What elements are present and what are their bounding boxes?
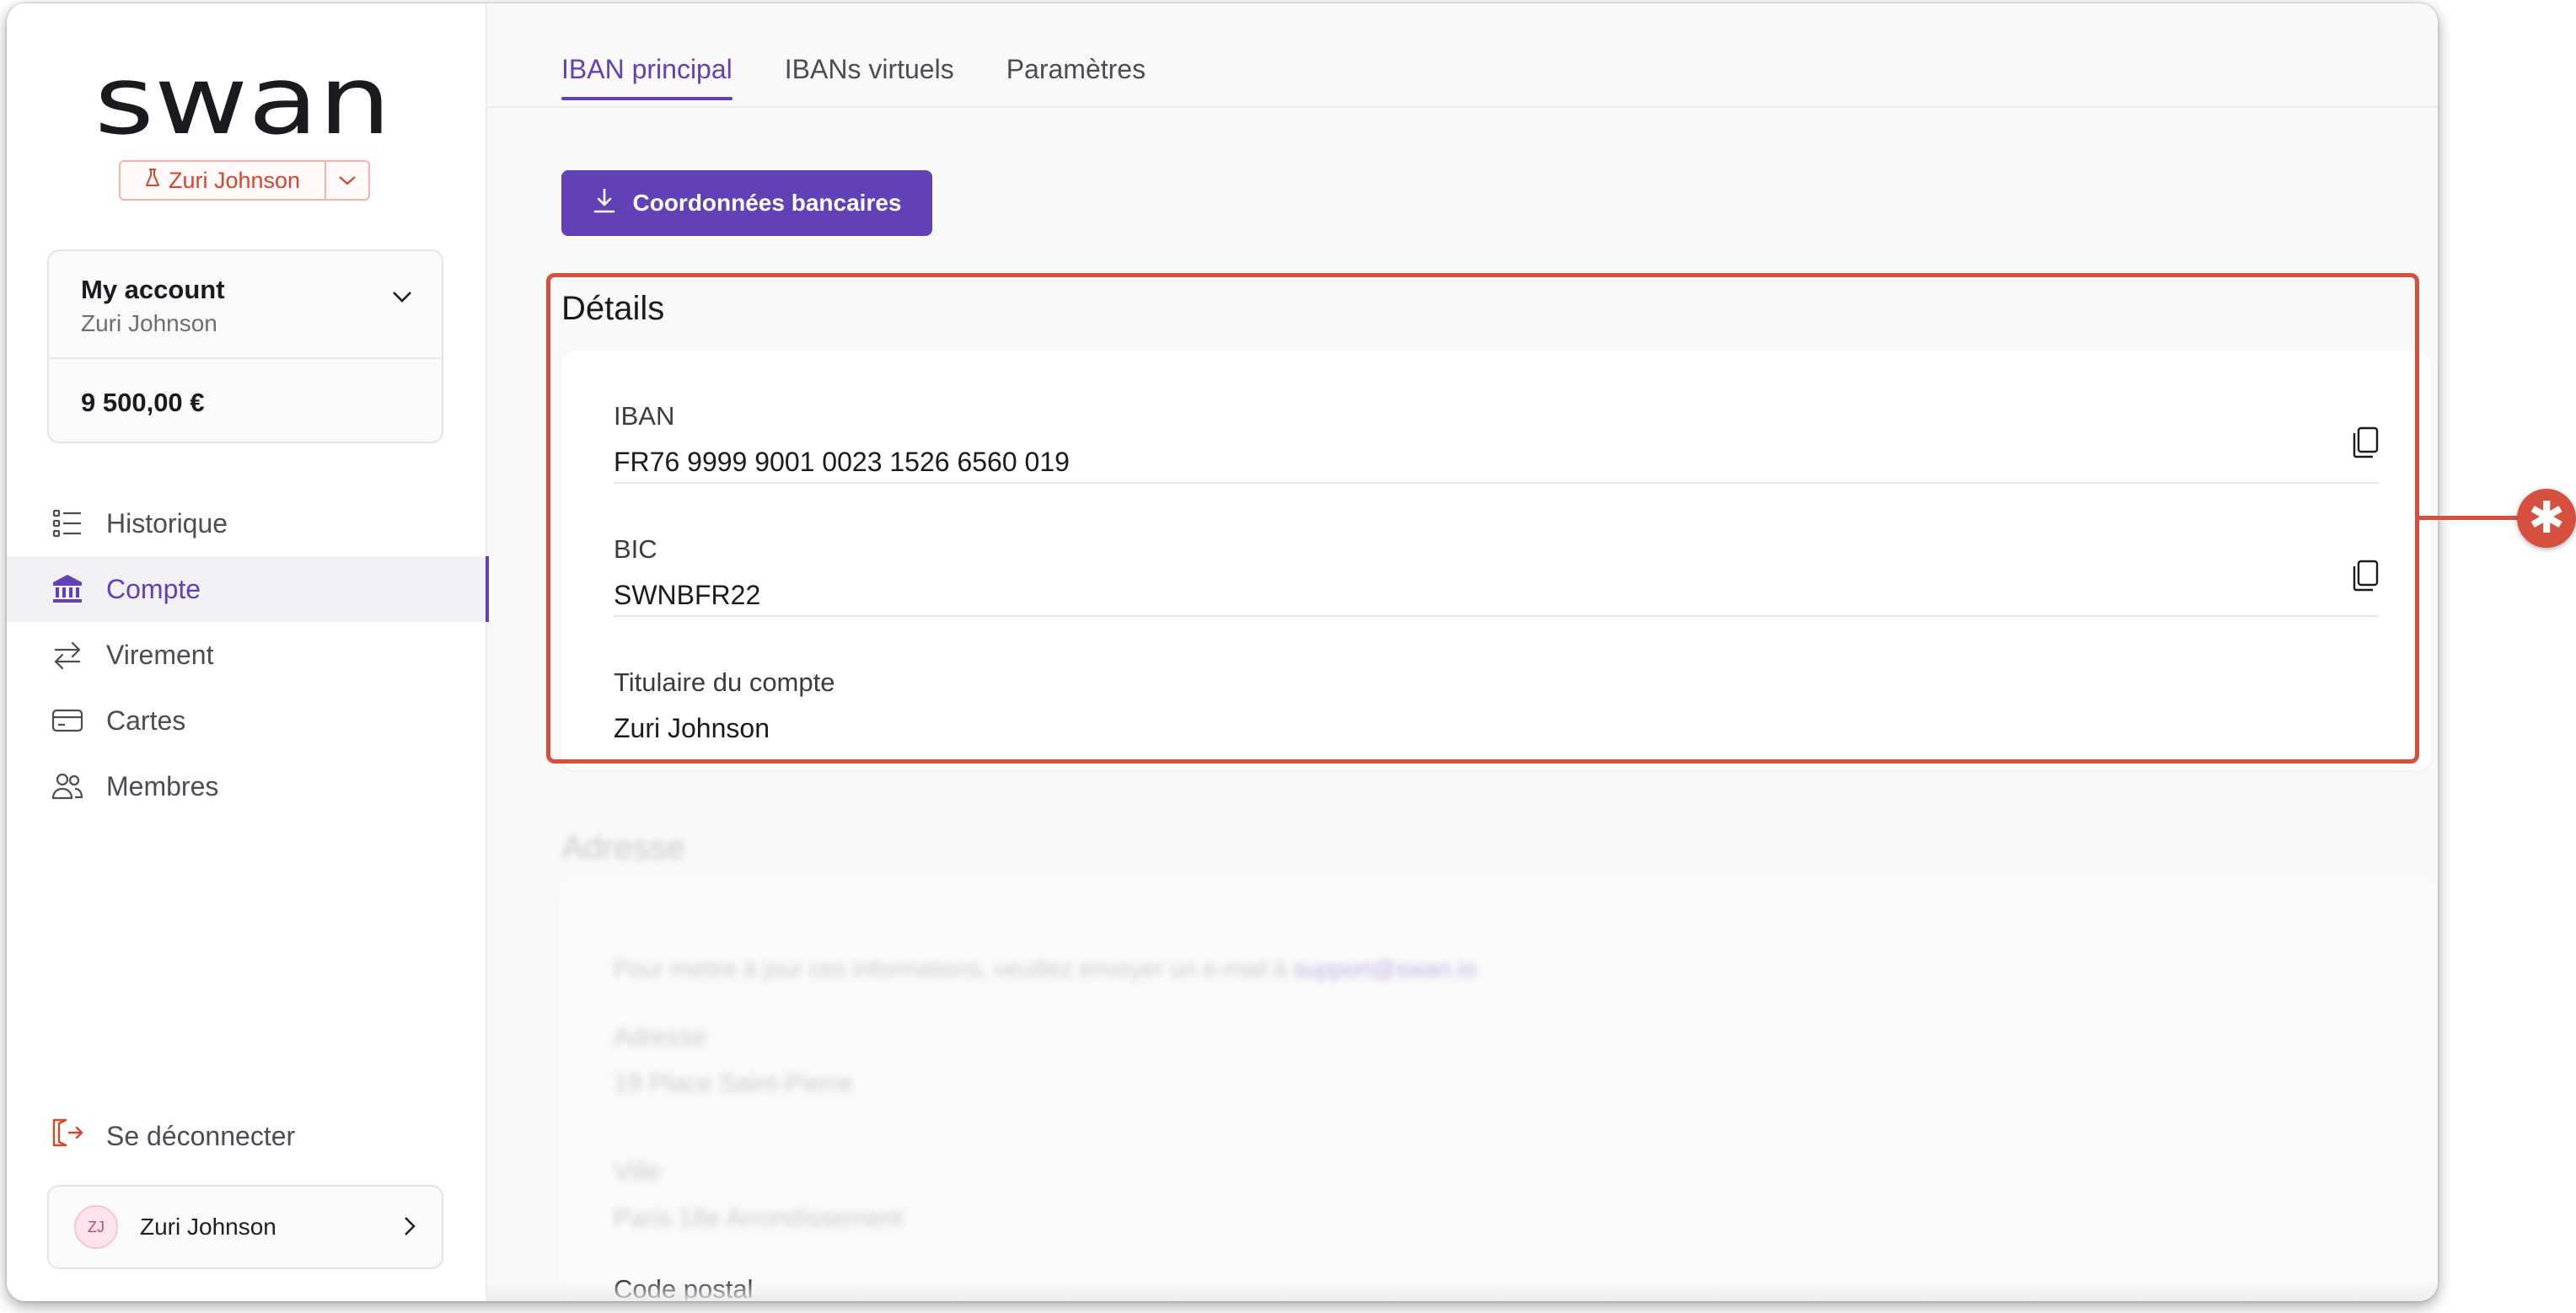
bank-icon <box>51 572 84 606</box>
chevron-down-icon <box>339 176 356 185</box>
city-label: Ville <box>614 1158 662 1186</box>
annotation-marker: ✱ <box>2517 489 2576 548</box>
app-window: swan Zuri Johnson My account Zuri Johnso… <box>7 3 2438 1301</box>
account-holder-label: Titulaire du compte <box>614 667 835 697</box>
support-email-link[interactable]: support@swan.io <box>1293 956 1476 982</box>
bic-value: SWNBFR22 <box>614 580 761 610</box>
sidebar-item-membres[interactable]: Membres <box>7 753 487 819</box>
address-title: Adresse <box>561 829 685 866</box>
address-value: 19 Place Saint-Pierre <box>614 1069 853 1097</box>
bottom-fade <box>487 1281 2438 1301</box>
flask-icon <box>145 168 160 194</box>
copy-bic-button[interactable] <box>2352 560 2379 596</box>
logout-icon <box>51 1117 84 1155</box>
sidebar-item-label: Compte <box>106 573 201 604</box>
download-icon <box>593 188 616 219</box>
chevron-down-icon[interactable] <box>391 290 413 308</box>
avatar: ZJ <box>74 1205 118 1249</box>
project-name-area[interactable]: Zuri Johnson <box>121 162 325 199</box>
address-section: Adresse Pour mettre à jour ces informati… <box>561 829 2431 1301</box>
city-value: Paris 18e Arrondissement <box>614 1204 904 1232</box>
sidebar-item-cartes[interactable]: Cartes <box>7 688 487 753</box>
sidebar-item-label: Membres <box>106 770 219 801</box>
logout-button[interactable]: Se déconnecter <box>51 1117 295 1155</box>
project-name: Zuri Johnson <box>168 167 301 193</box>
iban-field: IBAN FR76 9999 9001 0023 1526 6560 019 <box>614 351 2379 484</box>
sidebar: swan Zuri Johnson My account Zuri Johnso… <box>7 3 489 1301</box>
download-bank-details-button[interactable]: Coordonnées bancaires <box>561 170 932 236</box>
sidebar-item-label: Virement <box>106 639 214 670</box>
sidebar-nav: Historique Compte Virement Cartes Membre… <box>7 490 489 819</box>
details-title: Détails <box>561 290 665 327</box>
account-holder: Zuri Johnson <box>81 310 217 336</box>
tab-parametres[interactable]: Paramètres <box>1006 54 1146 100</box>
transfer-icon <box>51 638 84 672</box>
project-dropdown-button[interactable] <box>326 162 368 199</box>
user-name: Zuri Johnson <box>140 1214 276 1240</box>
account-card[interactable]: My account Zuri Johnson 9 500,00 € <box>47 249 443 443</box>
swan-logo[interactable]: swan <box>94 46 391 156</box>
card-icon <box>51 704 84 737</box>
user-profile-card[interactable]: ZJ Zuri Johnson <box>47 1185 443 1269</box>
sidebar-item-label: Cartes <box>106 705 186 736</box>
address-info: Pour mettre à jour ces informations, veu… <box>614 956 1476 983</box>
copy-iban-button[interactable] <box>2352 426 2379 463</box>
download-button-label: Coordonnées bancaires <box>632 190 902 216</box>
iban-label: IBAN <box>614 401 675 431</box>
account-name: My account <box>81 275 225 304</box>
tab-iban-principal[interactable]: IBAN principal <box>561 54 733 100</box>
iban-value: FR76 9999 9001 0023 1526 6560 019 <box>614 447 1070 477</box>
copy-icon <box>2353 426 2379 458</box>
copy-icon <box>2353 560 2379 592</box>
main-content: IBAN principal IBANs virtuels Paramètres… <box>487 3 2438 1301</box>
tab-ibans-virtuels[interactable]: IBANs virtuels <box>785 54 954 100</box>
tabs-divider <box>487 106 2438 108</box>
tab-bar: IBAN principal IBANs virtuels Paramètres <box>561 54 1146 100</box>
members-icon <box>51 769 84 803</box>
sidebar-item-historique[interactable]: Historique <box>7 490 487 556</box>
account-holder-value: Zuri Johnson <box>614 713 770 743</box>
logo-text: swan <box>94 69 391 145</box>
account-selector[interactable]: My account Zuri Johnson <box>49 251 442 359</box>
bic-label: BIC <box>614 534 657 564</box>
bic-field: BIC SWNBFR22 <box>614 484 2379 617</box>
list-icon <box>51 506 84 540</box>
chevron-right-icon <box>403 1215 416 1241</box>
sidebar-item-label: Historique <box>106 507 228 539</box>
address-info-text: Pour mettre à jour ces informations, veu… <box>614 956 1287 982</box>
account-holder-field: Titulaire du compte Zuri Johnson <box>614 617 2379 750</box>
sidebar-item-virement[interactable]: Virement <box>7 622 487 688</box>
project-switcher[interactable]: Zuri Johnson <box>119 160 370 201</box>
sidebar-item-compte[interactable]: Compte <box>7 556 489 622</box>
address-label: Adresse <box>614 1023 707 1051</box>
account-balance: 9 500,00 € <box>81 388 205 417</box>
annotation-connector <box>2416 516 2519 520</box>
logout-label: Se déconnecter <box>106 1120 296 1151</box>
details-card: IBAN FR76 9999 9001 0023 1526 6560 019 B… <box>561 351 2431 770</box>
